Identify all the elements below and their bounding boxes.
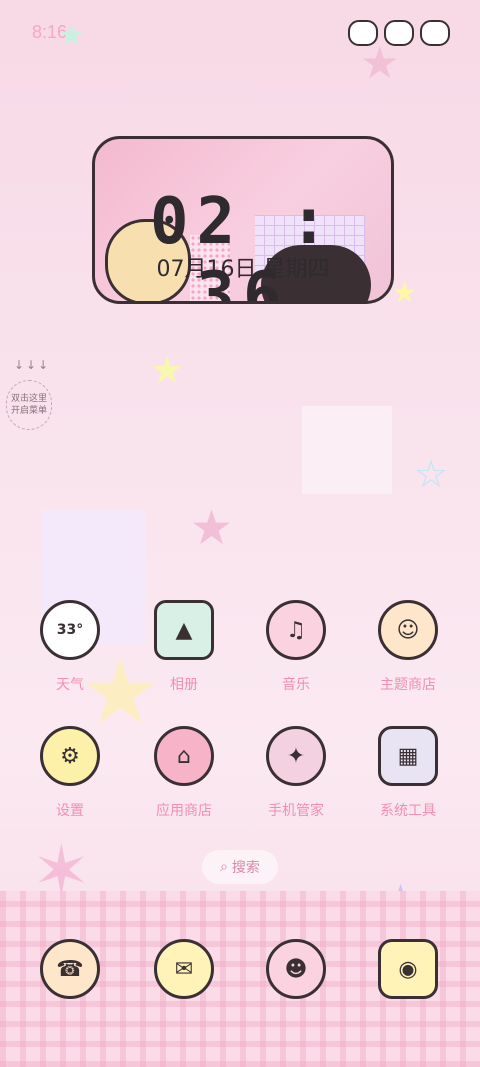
weather-temperature: 33° (56, 622, 84, 638)
dock-messages[interactable]: ✉ (134, 939, 234, 999)
contacts-icon: ☻ (266, 939, 326, 999)
app-gallery[interactable]: ▲ 相册 (134, 600, 234, 694)
search-button[interactable]: ⌕ 搜索 (202, 850, 278, 884)
app-system-tools[interactable]: ▦ 系统工具 (358, 726, 458, 820)
app-store-icon: ⌂ (154, 726, 214, 786)
phone-manager-icon: ✦ (266, 726, 326, 786)
phone-icon: ☎ (40, 939, 100, 999)
clock-date: 07月16日 星期四 (156, 257, 330, 282)
gallery-icon: ▲ (154, 600, 214, 660)
app-label: 系统工具 (380, 803, 436, 819)
app-theme-store[interactable]: ☺ 主题商店 (358, 600, 458, 694)
app-label: 相册 (170, 677, 198, 693)
menu-hint-button[interactable]: 双击这里开启菜单 (6, 380, 52, 430)
search-icon: ⌕ (220, 859, 228, 875)
star-decoration-icon: ★ (392, 276, 418, 309)
weather-icon: 33° (40, 600, 100, 660)
clock-time: 02 : 36 (149, 185, 337, 304)
app-label: 应用商店 (156, 803, 212, 819)
app-label: 音乐 (282, 677, 310, 693)
clock-widget[interactable]: 02 : 36 07月16日 星期四 (92, 136, 394, 304)
search-label: 搜索 (231, 860, 260, 876)
app-label: 主题商店 (380, 677, 436, 693)
dock-contacts[interactable]: ☻ (246, 939, 346, 999)
messages-icon: ✉ (154, 939, 214, 999)
dock: ☎ ✉ ☻ ◉ (0, 891, 480, 1067)
camera-icon: ◉ (378, 939, 438, 999)
app-music[interactable]: ♫ 音乐 (246, 600, 346, 694)
star-decoration-icon: ★ (190, 500, 234, 556)
system-tools-icon: ▦ (378, 726, 438, 786)
music-icon: ♫ (266, 600, 326, 660)
dock-phone[interactable]: ☎ (20, 939, 120, 999)
app-label: 手机管家 (268, 803, 324, 819)
sticky-note-decoration (302, 406, 392, 494)
app-label: 天气 (56, 677, 84, 693)
app-phone-manager[interactable]: ✦ 手机管家 (246, 726, 346, 820)
wifi-icon (420, 20, 450, 46)
star-decoration-icon: ☆ (414, 452, 449, 496)
app-label: 设置 (56, 803, 84, 819)
star-decoration-icon: ★ (360, 38, 400, 89)
app-weather[interactable]: 33° 天气 (20, 600, 120, 694)
dock-camera[interactable]: ◉ (358, 939, 458, 999)
hint-arrows: ↓↓↓ (14, 358, 51, 372)
star-decoration-icon: ★ (150, 348, 185, 392)
app-settings[interactable]: ⚙ 设置 (20, 726, 120, 820)
app-app-store[interactable]: ⌂ 应用商店 (134, 726, 234, 820)
star-decoration-icon: ★ (58, 18, 85, 53)
settings-icon: ⚙ (40, 726, 100, 786)
theme-store-icon: ☺ (378, 600, 438, 660)
